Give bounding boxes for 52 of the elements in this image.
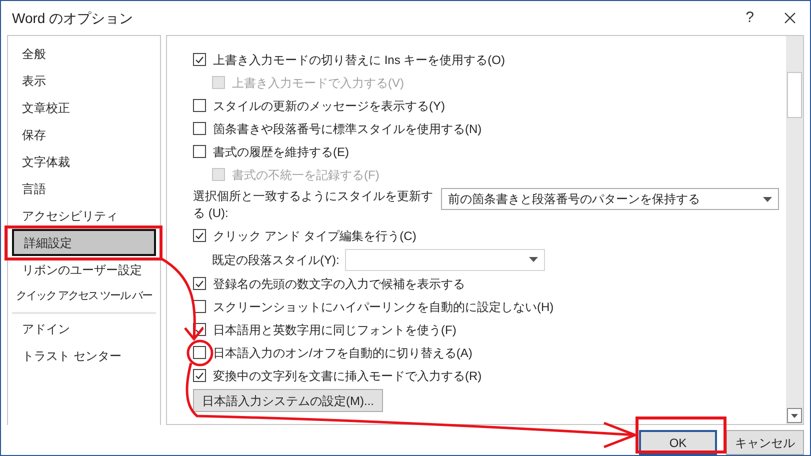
down-arrow-icon [791, 414, 798, 418]
checkbox[interactable] [193, 99, 206, 112]
option-label: スクリーンショットにハイパーリンクを自動的に設定しない(H) [213, 298, 554, 316]
help-button[interactable]: ? [746, 6, 754, 30]
scroll-down-button[interactable] [787, 408, 802, 423]
dropdown[interactable]: 前の箇条書きと段落番号のパターンを保持する [441, 188, 779, 210]
checkbox[interactable] [193, 53, 206, 66]
cancel-button[interactable]: キャンセル [726, 430, 804, 455]
option-label: スタイルの更新のメッセージを表示する(Y) [213, 98, 445, 114]
checkbox[interactable] [193, 145, 206, 158]
option-label: 上書き入力モードで入力する(V) [232, 74, 404, 92]
highlight-circle [186, 340, 214, 366]
dropdown-caret-icon [529, 257, 538, 262]
option-label: 箇条書きや段落番号に標準スタイルを使用する(N) [213, 120, 482, 138]
dropdown-caret-icon [763, 196, 772, 202]
ime-settings-button[interactable]: 日本語入力システムの設定(M)... [193, 389, 383, 412]
option-label: 書式の不統一を記録する(F) [232, 166, 380, 184]
scrollbar-thumb[interactable] [787, 72, 802, 118]
checkbox[interactable] [193, 369, 206, 382]
sidebar-item[interactable]: 文字体裁 [12, 148, 156, 175]
sidebar-item[interactable]: 言語 [12, 175, 156, 202]
option-label: クリック アンド タイプ編集を行う(C) [213, 228, 416, 244]
option-label: 既定の段落スタイル(Y): [212, 252, 340, 268]
window-title: Word のオプション [12, 8, 134, 28]
sidebar-item[interactable]: クイック アクセス ツール バー [12, 283, 156, 310]
option-label: 選択個所と一致するようにスタイルを更新する (U): [193, 188, 433, 222]
checkbox[interactable] [193, 346, 206, 359]
sidebar-item[interactable]: アクセシビリティ [12, 202, 156, 229]
sidebar-item[interactable]: アドイン [12, 315, 156, 342]
sidebar-item[interactable]: 表示 [12, 67, 156, 94]
sidebar-item[interactable]: トラスト センター [12, 342, 156, 369]
option-label: 変換中の文字列を文書に挿入モードで入力する(R) [213, 368, 482, 384]
close-icon[interactable] [784, 12, 796, 24]
checkbox[interactable] [193, 229, 206, 242]
checkbox[interactable] [193, 277, 206, 290]
checkmark-icon [195, 372, 204, 380]
checkmark-icon [195, 232, 204, 240]
scrollbar[interactable] [786, 36, 803, 424]
sidebar-item[interactable]: 詳細設定 [12, 229, 156, 256]
checkmark-icon [195, 56, 204, 64]
sidebar-item[interactable]: 保存 [12, 121, 156, 148]
sidebar-item[interactable]: リボンのユーザー設定 [12, 256, 156, 283]
option-label: 登録名の先頭の数文字の入力で候補を表示する [213, 276, 465, 292]
option-label: 書式の履歴を維持する(E) [213, 144, 349, 160]
checkmark-icon [195, 326, 204, 334]
checkmark-icon [195, 280, 204, 288]
sidebar-item[interactable]: 文章校正 [12, 94, 156, 121]
option-label: 日本語用と英数字用に同じフォントを使う(F) [213, 322, 456, 338]
checkbox[interactable] [193, 122, 206, 135]
sidebar-item[interactable]: 全般 [12, 40, 156, 67]
option-label: 日本語入力のオン/オフを自動的に切り替える(A) [213, 344, 472, 362]
option-label: 上書き入力モードの切り替えに Ins キーを使用する(O) [213, 52, 506, 68]
